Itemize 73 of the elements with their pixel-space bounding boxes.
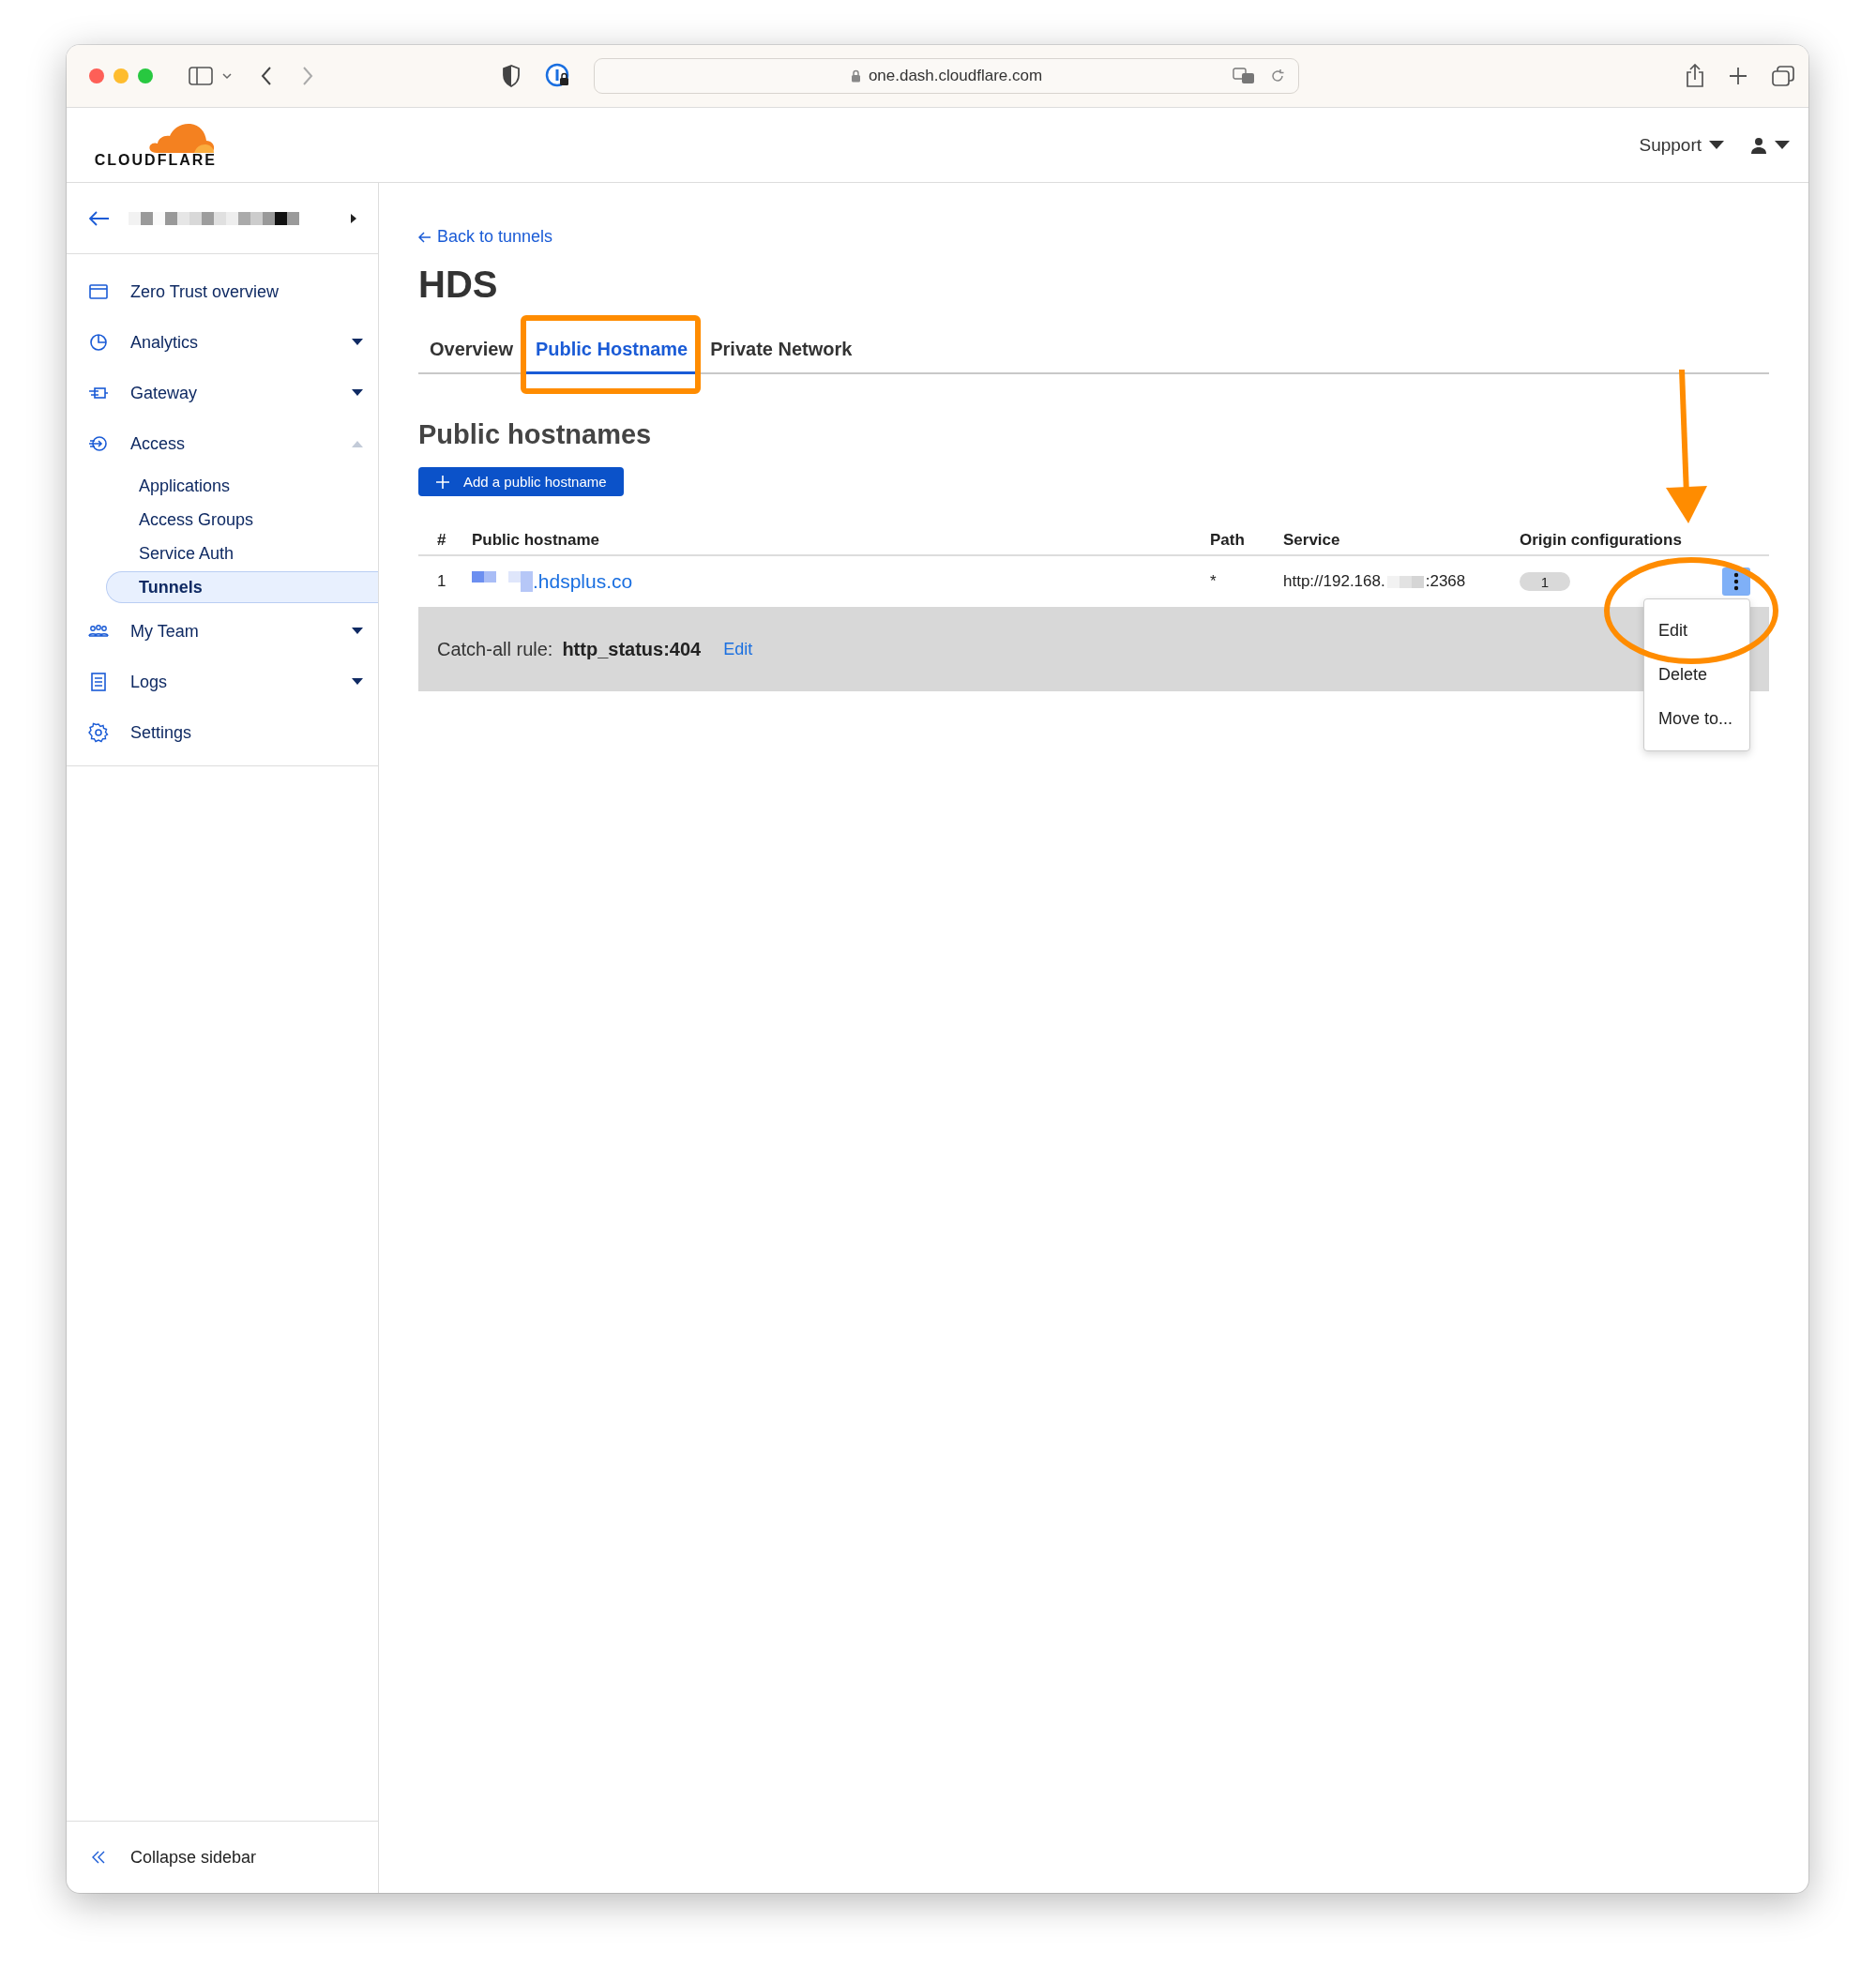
sidebar-subitem[interactable]: Service Auth: [106, 537, 378, 569]
arrow-left-icon: [418, 231, 431, 243]
back-icon[interactable]: [260, 66, 273, 86]
pixelated-ip: [1386, 575, 1424, 588]
double-chevron-left-icon[interactable]: [91, 1850, 106, 1865]
pie-chart-icon: [87, 331, 110, 354]
column-header: Path: [1210, 531, 1246, 550]
menu-item[interactable]: Delete: [1644, 653, 1749, 697]
sidebar-item[interactable]: Settings: [67, 707, 378, 758]
tab[interactable]: Public Hostname: [523, 331, 700, 374]
password-manager-icon[interactable]: [545, 63, 571, 89]
tab[interactable]: Private Network: [699, 331, 864, 374]
page-title: HDS: [418, 265, 499, 303]
close-window-button[interactable]: [89, 68, 104, 83]
pixelated-subdomain: [472, 571, 533, 592]
menu-item[interactable]: Move to...: [1644, 697, 1749, 741]
sidebar-subitem[interactable]: Applications: [106, 470, 378, 502]
origin-count-badge: 1: [1520, 572, 1570, 591]
url-text: one.dash.cloudflare.com: [868, 67, 1043, 85]
tab[interactable]: Overview: [418, 331, 524, 374]
cloudflare-logo[interactable]: CLOUDFLARE: [85, 121, 217, 169]
service-port: :2368: [1425, 572, 1466, 591]
service-url: http://192.168.: [1283, 572, 1385, 591]
caret-up-icon: [352, 440, 363, 447]
pixelated-account-name[interactable]: [129, 211, 299, 225]
section-title: Public hostnames: [418, 421, 653, 448]
column-header: Service: [1283, 531, 1341, 550]
sidebar-item[interactable]: Access: [67, 418, 378, 469]
sidebar-item[interactable]: Zero Trust overview: [67, 266, 378, 317]
address-bar[interactable]: one.dash.cloudflare.com: [594, 58, 1299, 94]
caret-icon: [1775, 140, 1790, 150]
new-tab-icon[interactable]: [1729, 67, 1747, 85]
cloud-icon: [147, 121, 215, 154]
share-icon[interactable]: [1686, 64, 1704, 88]
caret-down-icon: [352, 628, 363, 635]
sidebar-item[interactable]: Analytics: [67, 317, 378, 368]
reload-icon[interactable]: [1270, 68, 1285, 83]
column-header: #: [437, 531, 447, 550]
caret-down-icon: [352, 389, 363, 397]
support-menu[interactable]: Support: [1639, 134, 1724, 156]
user-icon: [1750, 136, 1767, 154]
path-cell-text: *: [1210, 572, 1218, 591]
hostname-link[interactable]: .hdsplus.co: [533, 570, 633, 593]
collapse-sidebar-button[interactable]: Collapse sidebar: [130, 1847, 257, 1868]
caret-icon: [1709, 140, 1724, 150]
catch-all-label: Catch-all rule:: [437, 638, 553, 660]
chevron-down-icon[interactable]: [222, 72, 232, 80]
plus-icon: [435, 474, 450, 490]
catch-all-value: http_status:404: [562, 638, 702, 660]
settings-icon: [87, 721, 110, 744]
add-hostname-button[interactable]: Add a public hostname: [418, 467, 624, 496]
column-header: Public hostname: [472, 531, 601, 550]
back-arrow-icon[interactable]: [89, 210, 110, 226]
back-link[interactable]: Back to tunnels: [418, 227, 553, 247]
lock-icon: [850, 69, 861, 83]
sidebar-subitem[interactable]: Access Groups: [106, 504, 378, 536]
caret-down-icon: [352, 339, 363, 346]
tab-overview-icon[interactable]: [1772, 66, 1794, 86]
sidebar-subitem[interactable]: Tunnels: [106, 571, 378, 603]
sidebar-item[interactable]: Gateway: [67, 368, 378, 418]
caret-right-icon[interactable]: [350, 212, 357, 224]
sidebar-toggle-icon[interactable]: [189, 67, 213, 85]
sidebar-item[interactable]: Logs: [67, 657, 378, 707]
more-vertical-icon: [1733, 572, 1739, 591]
column-header: Origin configurations: [1520, 531, 1683, 550]
shield-icon[interactable]: [502, 65, 521, 87]
logo-wordmark: CLOUDFLARE: [94, 151, 217, 169]
translate-icon[interactable]: [1233, 68, 1255, 84]
sidebar-item[interactable]: My Team: [67, 606, 378, 657]
caret-down-icon: [352, 678, 363, 686]
menu-item[interactable]: Edit: [1644, 609, 1749, 653]
account-menu[interactable]: [1750, 136, 1790, 154]
row-number: 1: [437, 572, 447, 591]
